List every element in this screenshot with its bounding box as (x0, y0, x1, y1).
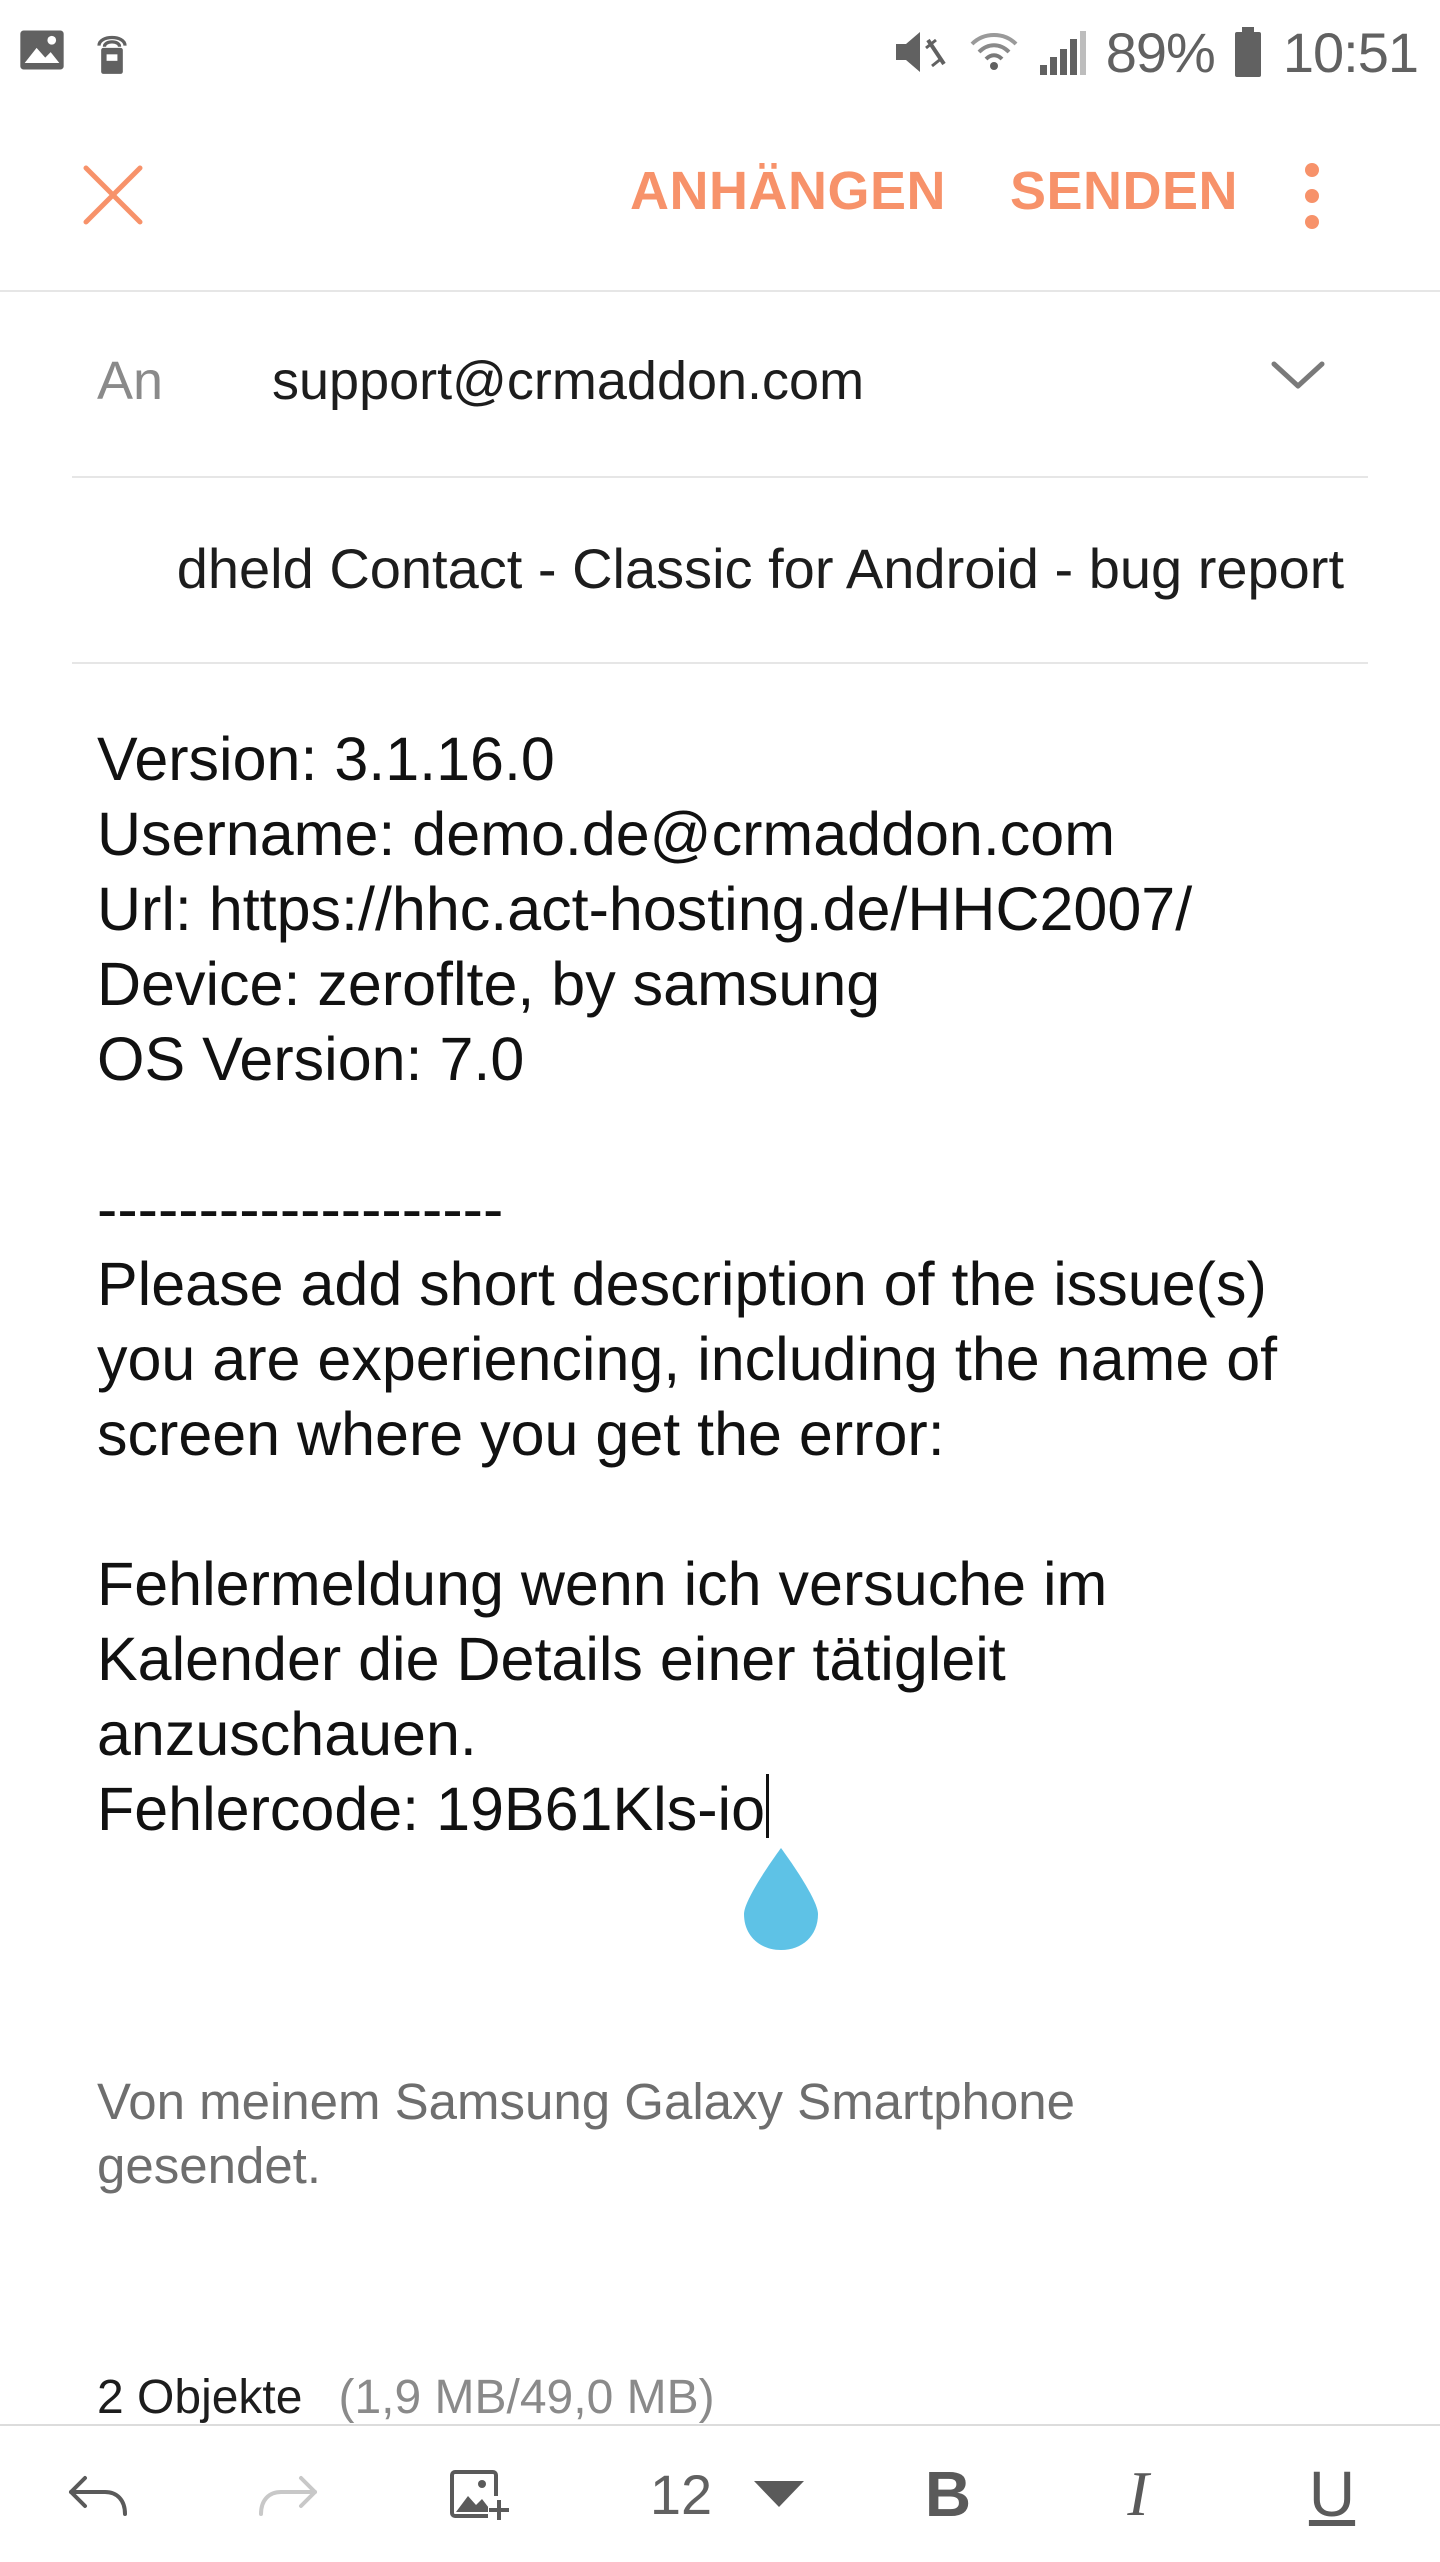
status-bar: 89% 10:51 (0, 0, 1440, 104)
font-size-selector[interactable]: 12 (628, 2452, 828, 2536)
body-line: Version: 3.1.16.0 (97, 725, 555, 793)
battery-icon (1233, 25, 1263, 79)
body-line: screen where you get the error: (97, 1400, 945, 1468)
image-icon (20, 30, 64, 70)
body-line: Url: https://hhc.act-hosting.de/HHC2007/ (97, 875, 1193, 943)
subject-row[interactable]: dheld Contact - Classic for Android - bu… (72, 478, 1368, 664)
clock: 10:51 (1282, 20, 1419, 84)
signal-icon (1038, 27, 1088, 77)
compose-app-bar: ANHÄNGEN SENDEN (0, 104, 1440, 292)
body-line: Username: demo.de@crmaddon.com (97, 800, 1116, 868)
body-line: you are experiencing, including the name… (97, 1325, 1278, 1393)
undo-icon (69, 2476, 127, 2516)
attachment-count: 2 Objekte (97, 2371, 303, 2424)
undo-button[interactable] (56, 2452, 140, 2536)
recipient-field[interactable]: support@crmaddon.com (272, 350, 864, 412)
body-line: Fehlercode: 19B61Kls-io (97, 1772, 1387, 1847)
subject-field[interactable]: dheld Contact - Classic for Android - bu… (177, 536, 1344, 601)
insert-image-icon (450, 2470, 510, 2522)
redo-button[interactable] (246, 2452, 330, 2536)
italic-button[interactable]: I (1096, 2452, 1180, 2536)
wifi-icon (968, 26, 1020, 78)
body-line: Please add short description of the issu… (97, 1250, 1267, 1318)
status-icons: 89% 10:51 (874, 14, 1419, 90)
body-line: Fehlermeldung wenn ich versuche im (97, 1550, 1108, 1618)
body-line: OS Version: 7.0 (97, 1025, 525, 1093)
remote-icon (97, 35, 127, 74)
mute-icon (892, 26, 950, 78)
insert-image-button[interactable] (436, 2452, 520, 2536)
chevron-down-icon[interactable] (1268, 356, 1328, 396)
attachments-summary[interactable]: 2 Objekte (1,9 MB/49,0 MB) (97, 2370, 715, 2426)
body-line: -------------------- (97, 1175, 504, 1243)
message-body[interactable]: Version: 3.1.16.0 Username: demo.de@crmad… (97, 722, 1387, 1847)
formatting-toolbar: 12 B I U (0, 2424, 1440, 2562)
text-cursor (766, 1774, 769, 1838)
body-line (97, 1097, 1387, 1172)
redo-icon (259, 2476, 317, 2516)
body-line (97, 1472, 1387, 1547)
more-vert-icon (1305, 163, 1319, 229)
font-size-value: 12 (649, 2462, 713, 2526)
triangle-down-icon (754, 2481, 805, 2507)
body-line: anzuschauen. (97, 1700, 477, 1768)
recipient-row[interactable]: An support@crmaddon.com (72, 292, 1368, 478)
attachment-size: (1,9 MB/49,0 MB) (338, 2371, 715, 2424)
more-options-button[interactable] (1282, 156, 1342, 236)
underline-button[interactable]: U (1290, 2452, 1374, 2536)
battery-percent: 89% (1105, 20, 1216, 84)
text-cursor-handle[interactable] (740, 1846, 822, 1952)
bold-button[interactable]: B (906, 2452, 990, 2536)
close-icon (83, 165, 143, 225)
close-button[interactable] (70, 152, 156, 238)
body-line: Device: zeroflte, by samsung (97, 950, 881, 1018)
send-button[interactable]: SENDEN (1010, 160, 1238, 222)
signature: Von meinem Samsung Galaxy Smartphone ges… (97, 2073, 1076, 2194)
attach-button[interactable]: ANHÄNGEN (630, 160, 946, 222)
body-line: Kalender die Details einer tätigleit (97, 1625, 1006, 1693)
recipient-label: An (97, 351, 164, 411)
